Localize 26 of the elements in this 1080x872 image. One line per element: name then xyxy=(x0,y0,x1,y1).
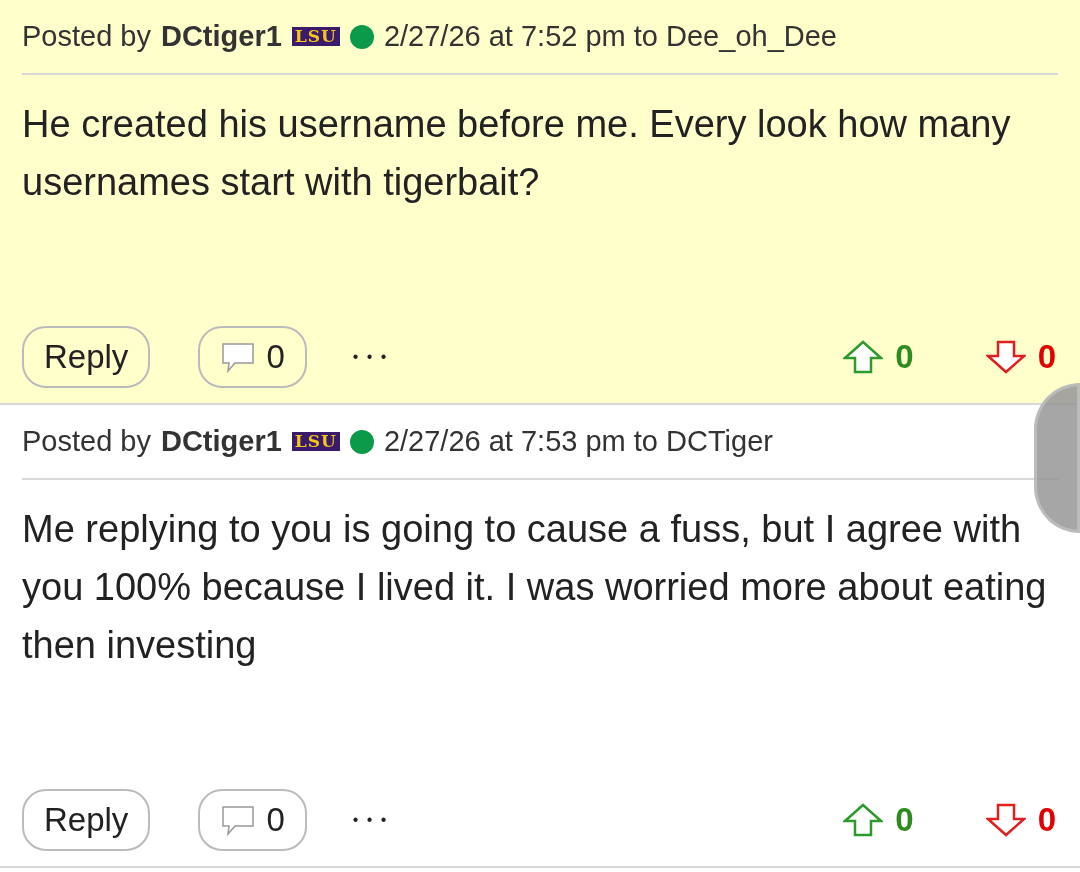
team-badge: LSU xyxy=(291,27,340,46)
post-timestamp: 2/27/26 at 7:52 pm to Dee_oh_Dee xyxy=(383,18,837,54)
posted-by-label: Posted by xyxy=(22,423,151,459)
reply-button[interactable]: Reply xyxy=(22,326,151,388)
author-name[interactable]: DCtiger1 xyxy=(161,14,282,59)
comment-count-button[interactable]: 0 xyxy=(198,789,307,851)
downvote-button[interactable]: 0 xyxy=(979,794,1062,846)
comment-bubble-icon xyxy=(220,341,257,373)
downvote-arrow-icon xyxy=(985,340,1026,374)
author-name[interactable]: DCtiger1 xyxy=(161,419,282,464)
upvote-arrow-icon xyxy=(843,340,884,374)
upvote-arrow-icon xyxy=(843,803,884,837)
more-options-button[interactable]: • • • xyxy=(346,344,395,370)
comment-count-button[interactable]: 0 xyxy=(198,326,307,388)
post-body: He created his username before me. Every look how many usernames start with tigerbait? xyxy=(22,103,1011,203)
post-timestamp: 2/27/26 at 7:53 pm to DCTiger xyxy=(383,423,773,459)
team-badge: LSU xyxy=(291,432,340,451)
reply-button[interactable]: Reply xyxy=(22,789,151,851)
downvote-button[interactable]: 0 xyxy=(979,331,1062,383)
posted-by-label: Posted by xyxy=(22,18,151,54)
more-options-button[interactable]: • • • xyxy=(346,807,395,833)
upvote-button[interactable]: 0 xyxy=(837,794,920,846)
post-body: Me replying to you is going to cause a fuss, but I agree with you 100% because I lived it. I was worried more about eating then investing xyxy=(22,508,1047,666)
downvote-arrow-icon xyxy=(985,803,1026,837)
comment-bubble-icon xyxy=(220,804,257,836)
upvote-button[interactable]: 0 xyxy=(837,331,920,383)
